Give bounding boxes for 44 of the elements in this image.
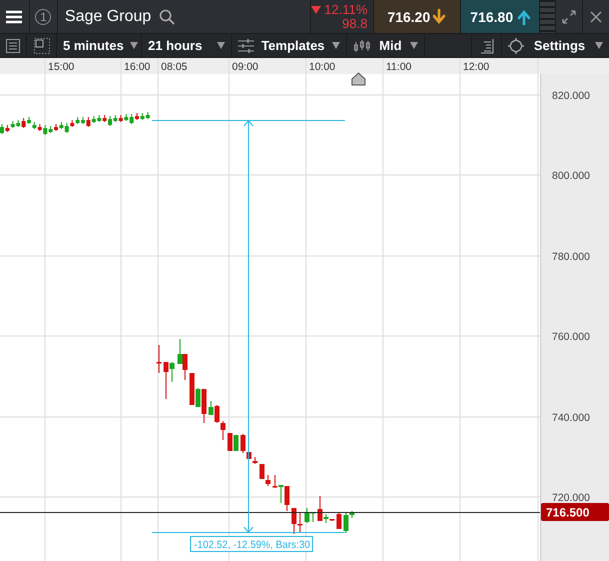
price-axis-label: 820.000 <box>552 90 590 102</box>
layout-icon[interactable] <box>34 38 50 54</box>
range-dropdown[interactable]: 21 hours <box>142 34 232 57</box>
price-axis-label: 780.000 <box>552 251 590 263</box>
marker-icon[interactable] <box>352 72 366 86</box>
time-axis-label: 10:00 <box>309 61 336 73</box>
buy-price-button[interactable]: 716.80 <box>461 0 540 33</box>
time-axis-label: 09:00 <box>232 61 258 73</box>
price-axis-label: 720.000 <box>552 492 590 504</box>
search-icon[interactable] <box>159 8 176 24</box>
close-icon[interactable] <box>590 10 602 22</box>
caret-icon <box>410 42 418 49</box>
interval-dropdown[interactable]: 5 minutes <box>57 34 142 57</box>
caret-icon <box>217 42 225 49</box>
change-points: 98.8 <box>342 16 368 30</box>
price-axis-label: 760.000 <box>552 331 590 343</box>
time-axis-label: 12:00 <box>463 61 490 73</box>
price-axis-label: 740.000 <box>552 412 590 424</box>
candlestick-icon <box>353 38 371 52</box>
list-icon[interactable] <box>6 38 20 52</box>
instrument-name[interactable]: Sage Group <box>64 8 152 26</box>
sell-price-button[interactable]: 716.20 <box>374 0 462 33</box>
caret-icon <box>332 42 340 49</box>
sliders-icon <box>238 38 254 52</box>
candlestick <box>336 512 342 530</box>
time-axis-label: 15:00 <box>48 61 74 73</box>
time-axis-label: 16:00 <box>124 61 150 73</box>
settings-icon <box>508 38 524 54</box>
expand-icon[interactable] <box>562 10 576 24</box>
current-price-label: 716.500 <box>541 503 609 521</box>
price-type-dropdown[interactable]: Mid <box>347 34 425 57</box>
document-icon[interactable] <box>480 38 494 54</box>
caret-icon <box>594 42 603 49</box>
change-percent: 12.11% <box>324 2 368 16</box>
measurement-drawing[interactable] <box>152 120 346 534</box>
number-badge: 1 <box>35 8 52 24</box>
time-axis-label: 11:00 <box>386 61 412 73</box>
menu-icon[interactable] <box>6 10 22 24</box>
caret-icon <box>130 42 138 49</box>
price-axis-label: 800.000 <box>552 170 590 182</box>
settings-dropdown[interactable]: Settings <box>502 34 609 57</box>
time-axis-label: 08:05 <box>161 61 188 73</box>
templates-dropdown[interactable]: Templates <box>232 34 347 57</box>
candlestick <box>156 344 162 374</box>
